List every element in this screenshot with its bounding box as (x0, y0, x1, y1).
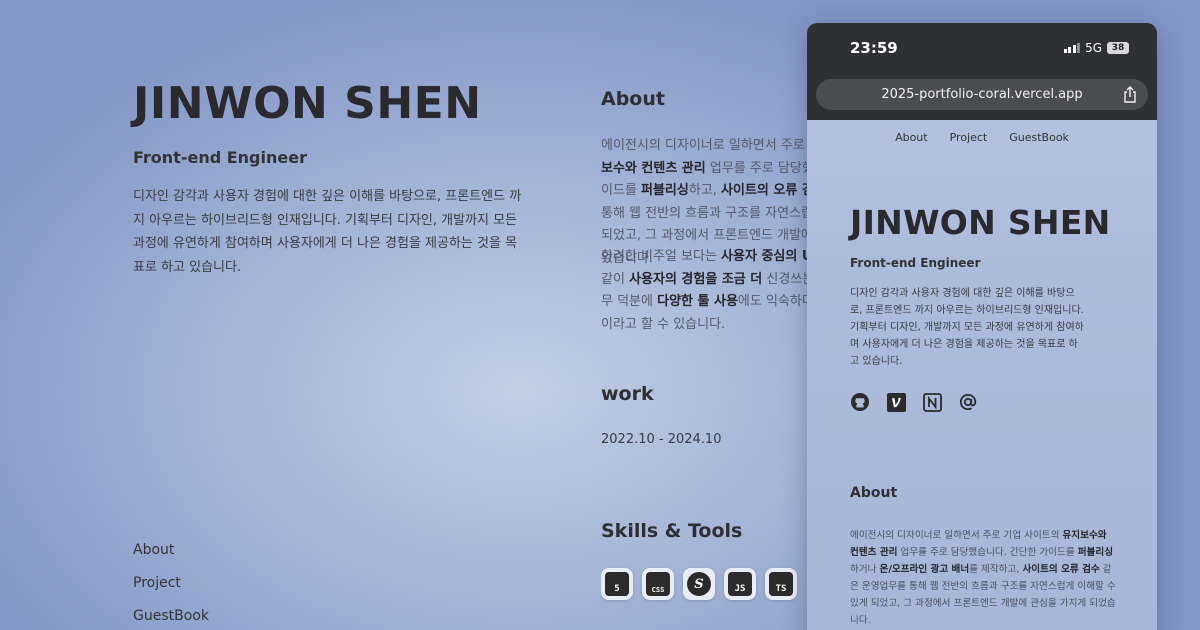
mobile-about-heading: About (850, 485, 898, 501)
html5-icon: 5 (601, 568, 633, 600)
css-icon: CSS (642, 568, 674, 600)
notion-icon[interactable] (922, 392, 942, 412)
content-column: About 에이전시의 디자이너로 일하면서 주로 기업 사이트의 유지보수와 … (601, 0, 831, 630)
github-icon[interactable] (850, 392, 870, 412)
network-label: 5G (1085, 41, 1102, 55)
browser-chrome: 23:59 5G 38 2025-portfolio-coral.vercel.… (807, 23, 1157, 120)
mobile-nav-about[interactable]: About (895, 131, 928, 144)
side-nav: About Project GuestBook (133, 540, 209, 630)
sass-icon: S (683, 568, 715, 600)
mobile-preview: 23:59 5G 38 2025-portfolio-coral.vercel.… (807, 23, 1157, 630)
hero-name: JINWON SHEN (133, 78, 482, 129)
javascript-icon: JS (724, 568, 756, 600)
work-heading: work (601, 383, 654, 405)
signal-icon (1063, 43, 1081, 53)
share-icon[interactable] (1122, 86, 1138, 103)
social-links (850, 392, 978, 412)
mobile-hero-intro: 디자인 감각과 사용자 경험에 대한 깊은 이해를 바탕으로, 프론트엔드 까지… (850, 288, 1084, 367)
status-indicators: 5G 38 (1063, 41, 1129, 55)
skills-heading: Skills & Tools (601, 520, 743, 542)
nav-item-guestbook[interactable]: GuestBook (133, 606, 209, 630)
email-icon[interactable] (958, 392, 978, 412)
mobile-hero-role: Front-end Engineer (850, 256, 981, 270)
url-text: 2025-portfolio-coral.vercel.app (881, 87, 1083, 102)
mobile-nav: About Project GuestBook (807, 131, 1157, 144)
nav-item-project[interactable]: Project (133, 573, 209, 606)
mobile-hero-name: JINWON SHEN (850, 203, 1111, 242)
about-paragraph-2: 화려한 비주얼 보다는 사용자 중심의 UI와 애니메이션과 같이 사용자의 경… (601, 249, 831, 332)
mobile-nav-guestbook[interactable]: GuestBook (1009, 131, 1069, 144)
mobile-nav-project[interactable]: Project (950, 131, 988, 144)
work-date: 2022.10 - 2024.10 (601, 432, 722, 447)
hero-intro: 디자인 감각과 사용자 경험에 대한 깊은 이해를 바탕으로, 프론트엔드 까지… (133, 189, 522, 275)
mobile-about-paragraph: 에이전시의 디자이너로 일하면서 주로 기업 사이트의 유지보수와 컨텐츠 관리… (850, 530, 1116, 626)
nav-item-about[interactable]: About (133, 540, 209, 573)
address-bar[interactable]: 2025-portfolio-coral.vercel.app (816, 79, 1148, 110)
status-time: 23:59 (850, 39, 898, 57)
velog-icon[interactable] (886, 392, 906, 412)
hero-section: JINWON SHEN Front-end Engineer 디자인 감각과 사… (133, 0, 553, 630)
about-heading: About (601, 88, 665, 110)
battery-icon: 38 (1107, 42, 1129, 54)
skills-list: 5 CSS S JS TS (601, 568, 797, 600)
hero-role: Front-end Engineer (133, 148, 307, 167)
typescript-icon: TS (765, 568, 797, 600)
